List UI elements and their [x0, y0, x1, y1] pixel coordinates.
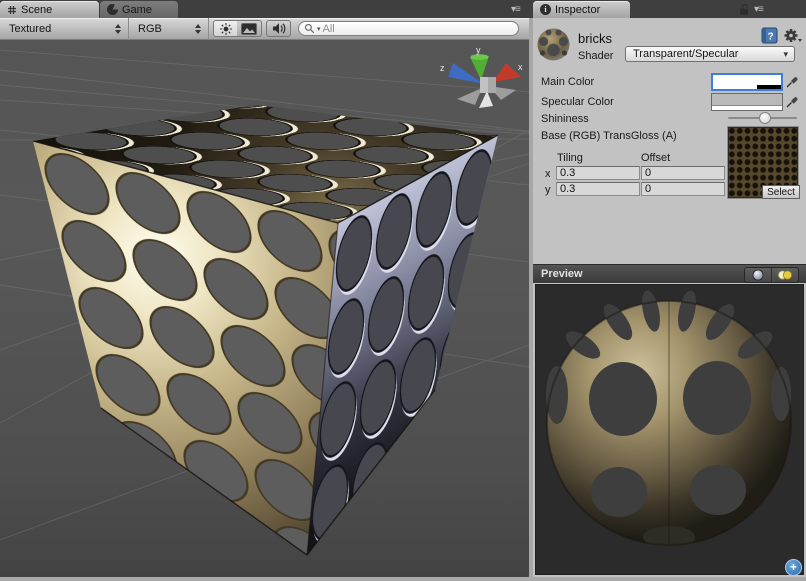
- speaker-icon: [272, 22, 286, 35]
- tiling-x-field[interactable]: [556, 166, 640, 180]
- gizmo-x-axis[interactable]: [493, 63, 521, 82]
- material-name: bricks: [578, 31, 612, 46]
- updown-arrows-icon: [195, 24, 201, 34]
- game-pacman-icon: [107, 4, 118, 15]
- gizmo-neg-axis[interactable]: [479, 91, 493, 108]
- main-color-label: Main Color: [541, 76, 594, 88]
- specular-color-label: Specular Color: [541, 96, 614, 108]
- main-color-swatch[interactable]: [711, 73, 783, 91]
- scene-audio-toggle[interactable]: [266, 20, 291, 37]
- lock-icon[interactable]: [738, 3, 750, 16]
- orientation-gizmo[interactable]: y x z: [440, 45, 523, 108]
- updown-arrows-icon: [115, 24, 121, 34]
- preview-header[interactable]: Preview: [533, 264, 806, 283]
- search-scope-text: All: [323, 23, 335, 35]
- tab-strip: Scene Game ▾≡ i Inspector ▾≡: [0, 0, 806, 18]
- scene-search-field[interactable]: ▾ All: [298, 21, 519, 36]
- gizmo-x-label: x: [518, 62, 523, 72]
- scene-panel-menu-icon[interactable]: ▾≡: [511, 4, 520, 15]
- search-icon: [304, 23, 315, 34]
- specular-color-swatch[interactable]: [711, 93, 783, 111]
- window-bottom-frame: [0, 577, 806, 581]
- render-channel-dropdown[interactable]: RGB: [129, 18, 209, 40]
- inspector-panel: bricks Shader Transparent/Specular ▾ ? M…: [533, 18, 806, 577]
- shininess-label: Shininess: [541, 113, 589, 125]
- tab-scene[interactable]: Scene: [0, 1, 99, 18]
- preview-zoom-plus-button[interactable]: +: [785, 559, 802, 576]
- texture-select-button[interactable]: Select: [762, 185, 800, 199]
- eyedropper-icon[interactable]: [785, 75, 799, 89]
- scene-effects-toggle[interactable]: [237, 20, 262, 37]
- offset-y-field[interactable]: [641, 182, 725, 196]
- preview-shape-button[interactable]: [745, 268, 771, 282]
- sphere-icon: [752, 269, 764, 281]
- preview-controls: [744, 267, 799, 283]
- scene-grid-icon: [7, 5, 17, 15]
- image-icon: [241, 23, 257, 35]
- gizmo-z-label: z: [440, 63, 445, 73]
- material-sphere-thumbnail[interactable]: [536, 27, 571, 62]
- shader-label: Shader: [578, 50, 613, 62]
- shader-value: Transparent/Specular: [633, 48, 738, 60]
- search-filter-caret-icon[interactable]: ▾: [317, 25, 321, 33]
- two-lights-icon: [777, 269, 793, 281]
- gear-menu-icon[interactable]: [783, 27, 803, 44]
- tab-game-label: Game: [122, 4, 152, 16]
- scene-lighting-toggle[interactable]: [213, 20, 238, 37]
- eyedropper-icon[interactable]: [785, 95, 799, 109]
- preview-lighting-button[interactable]: [771, 268, 798, 282]
- scene-toolbar: Textured RGB: [0, 18, 529, 40]
- draw-mode-dropdown[interactable]: Textured: [0, 18, 129, 40]
- shader-dropdown[interactable]: Transparent/Specular ▾: [625, 46, 795, 62]
- sun-icon: [219, 22, 233, 36]
- preview-title: Preview: [541, 268, 583, 280]
- tab-inspector-label: Inspector: [555, 4, 600, 16]
- unity-editor-window: Scene Game ▾≡ i Inspector ▾≡ Textured RG…: [0, 0, 806, 581]
- render-channel-value: RGB: [138, 23, 162, 35]
- inspector-panel-menu-icon[interactable]: ▾≡: [754, 4, 763, 15]
- preview-render: [536, 285, 803, 574]
- offset-x-field[interactable]: [641, 166, 725, 180]
- textured-cube[interactable]: [33, 105, 498, 555]
- shininess-slider[interactable]: [728, 111, 797, 124]
- help-book-icon[interactable]: ?: [761, 27, 778, 44]
- scene-render: y x z: [0, 40, 529, 577]
- main-color-alpha-bar: [713, 85, 781, 89]
- dropdown-caret-icon: ▾: [783, 49, 788, 60]
- inspector-info-icon: i: [540, 4, 551, 15]
- tiling-y-row-label: y: [545, 184, 551, 196]
- tab-scene-label: Scene: [21, 4, 52, 16]
- tiling-x-row-label: x: [545, 168, 551, 180]
- offset-header: Offset: [641, 152, 670, 164]
- scene-viewport[interactable]: y x z: [0, 40, 529, 577]
- base-map-label: Base (RGB) TransGloss (A): [541, 130, 677, 142]
- tiling-header: Tiling: [557, 152, 583, 164]
- gizmo-y-label: y: [476, 45, 481, 55]
- tiling-y-field[interactable]: [556, 182, 640, 196]
- tab-inspector[interactable]: i Inspector: [533, 1, 630, 18]
- specular-color-alpha-bar: [712, 105, 782, 110]
- slider-thumb[interactable]: [759, 112, 771, 124]
- gizmo-neg-axis[interactable]: [457, 88, 482, 105]
- svg-text:?: ?: [767, 32, 773, 43]
- tab-game[interactable]: Game: [100, 1, 178, 18]
- draw-mode-value: Textured: [9, 23, 51, 35]
- preview-viewport[interactable]: [535, 284, 804, 575]
